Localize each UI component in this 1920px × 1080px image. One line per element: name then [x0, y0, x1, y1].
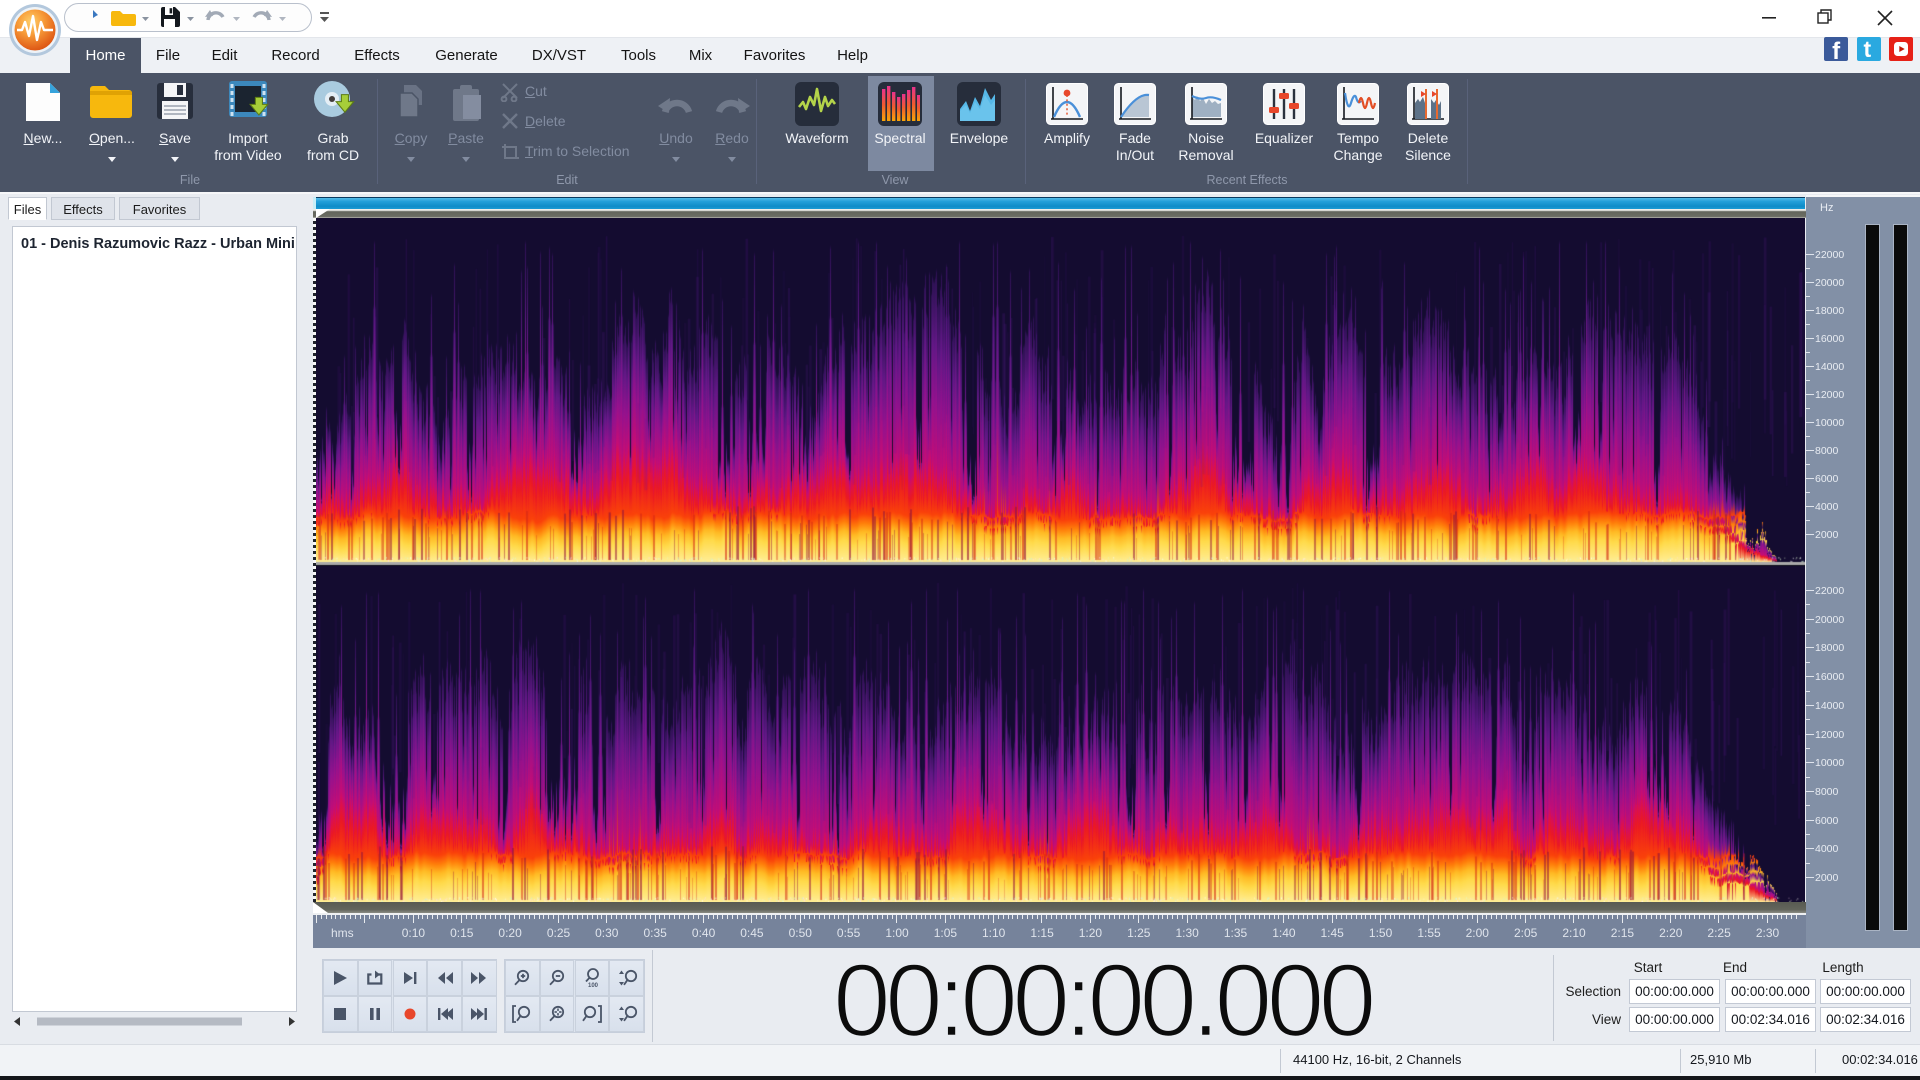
svg-text:100: 100 [588, 983, 599, 989]
